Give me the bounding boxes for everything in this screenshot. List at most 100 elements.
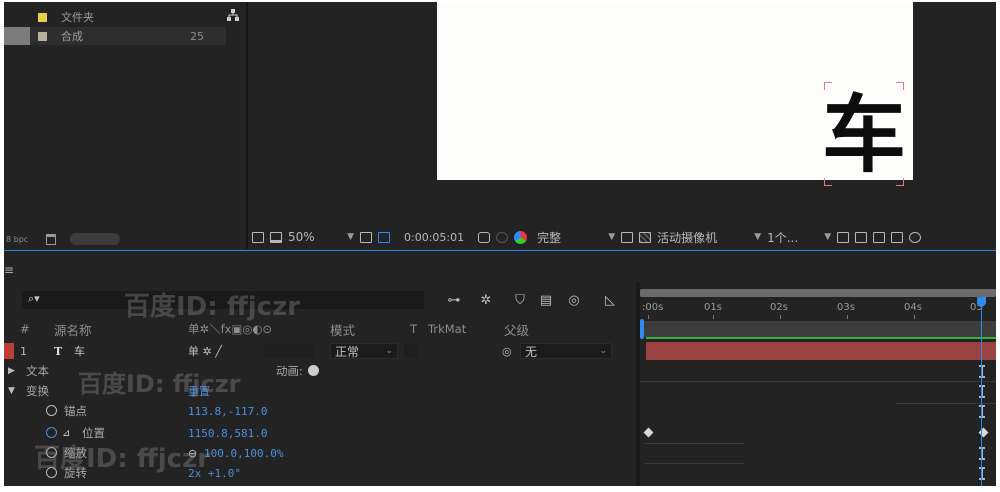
- project-scrollbar[interactable]: [70, 233, 120, 245]
- stopwatch-active-icon[interactable]: [46, 427, 57, 438]
- bpc-button[interactable]: 8 bpc: [6, 235, 40, 244]
- parent-value: 无: [525, 344, 538, 359]
- resolution-select[interactable]: 完整 ▼: [537, 229, 615, 246]
- parent-pick-whip-icon[interactable]: ◎: [502, 345, 512, 358]
- ruler-label: 03s: [837, 302, 855, 313]
- column-source-name[interactable]: 源名称: [54, 320, 92, 339]
- reset-exposure-icon[interactable]: [909, 231, 922, 243]
- project-item-folder[interactable]: 文件夹: [4, 8, 226, 26]
- switch-cells[interactable]: [264, 344, 314, 358]
- after-effects-window: 文件夹 合成 25 8 bpc 车 50% ▼ 0:00:05:01 完整 ▼ …: [4, 2, 996, 486]
- position-keyframe-start[interactable]: [643, 427, 654, 438]
- column-switches: 单✲＼fx▣◎◐⊙: [188, 322, 273, 336]
- playhead-line[interactable]: [981, 297, 982, 486]
- mode-select[interactable]: 正常 ⌄: [330, 343, 398, 359]
- time-ruler[interactable]: :00s 01s 02s 03s 04s 05: [640, 297, 996, 319]
- label-swatch: [38, 31, 47, 41]
- column-t: T: [410, 322, 418, 336]
- chevron-down-icon: ▼: [347, 232, 354, 242]
- project-item-name: 合成: [61, 30, 83, 43]
- flowchart-icon[interactable]: [891, 231, 904, 243]
- layer-number: 1: [20, 344, 27, 358]
- show-snapshot-icon[interactable]: [496, 231, 509, 243]
- ruler-tick: [847, 315, 848, 319]
- bbox-corner: [824, 82, 832, 90]
- layer-row[interactable]: 1 T 车 单 ✲ ╱ 正常 ⌄ ◎ 无 ⌄: [4, 341, 636, 361]
- camera-select[interactable]: 活动摄像机 ▼: [657, 229, 761, 246]
- layer-switches[interactable]: 单 ✲ ╱: [188, 343, 222, 359]
- property-value[interactable]: 100.0,100.0%: [204, 447, 283, 460]
- keyframe-marker[interactable]: [979, 447, 985, 460]
- hierarchy-icon[interactable]: [226, 8, 240, 22]
- text-layer-glyph[interactable]: 车: [822, 80, 906, 190]
- transparency-grid-icon[interactable]: [639, 231, 652, 243]
- ruler-tick: [780, 315, 781, 319]
- color-channels-icon[interactable]: [514, 230, 528, 244]
- track-divider: [640, 381, 996, 382]
- draft-3d-icon[interactable]: ✲: [478, 293, 494, 308]
- layer-label-color[interactable]: [4, 343, 14, 359]
- keyframe-marker[interactable]: [979, 405, 985, 418]
- collapse-arrow-icon[interactable]: ▼: [8, 386, 15, 396]
- selection-marker: [4, 27, 30, 45]
- work-area-bar[interactable]: [640, 321, 996, 337]
- fast-previews-icon[interactable]: [855, 231, 868, 243]
- motion-blur-icon[interactable]: ◎: [566, 293, 582, 308]
- work-area-start-handle[interactable]: [640, 319, 644, 339]
- zoom-select[interactable]: 50% ▼: [288, 230, 354, 244]
- stopwatch-icon[interactable]: [46, 405, 57, 416]
- animate-label: 动画:: [276, 364, 303, 378]
- trkmat-cell[interactable]: [404, 344, 418, 358]
- fit-icon[interactable]: [360, 231, 372, 243]
- ruler-tick: [713, 315, 714, 319]
- project-item-comp[interactable]: 合成 25: [4, 27, 226, 45]
- region-icon[interactable]: [378, 231, 390, 243]
- column-number: #: [20, 322, 30, 336]
- layer-name[interactable]: 车: [74, 343, 85, 359]
- trash-icon[interactable]: [46, 233, 56, 245]
- roi-icon[interactable]: [621, 231, 634, 243]
- animate-menu-icon[interactable]: [308, 365, 319, 376]
- zoom-value: 50%: [288, 230, 315, 244]
- frame-blending-icon[interactable]: ▤: [538, 293, 554, 308]
- property-value[interactable]: 113.8,-117.0: [188, 405, 267, 418]
- always-preview-icon[interactable]: [252, 231, 264, 243]
- expand-arrow-icon[interactable]: ▶: [8, 366, 15, 376]
- keyframe-marker[interactable]: [979, 385, 985, 398]
- layer-duration-bar[interactable]: [646, 342, 996, 360]
- views-select[interactable]: 1个... ▼: [767, 229, 831, 246]
- watermark: 百度ID: ffjczr: [34, 444, 211, 474]
- monitor-icon[interactable]: [270, 231, 282, 243]
- keyframe-marker[interactable]: [979, 365, 985, 378]
- keyframe-marker[interactable]: [979, 467, 985, 480]
- property-row-anchor[interactable]: 锚点 113.8,-117.0: [4, 401, 636, 421]
- composition-viewer[interactable]: 车: [248, 2, 996, 222]
- timeline-search-row: ⌕▾ ⊶ ✲ ⛉ ▤ ◎ ◺: [4, 283, 636, 319]
- layer-columns-header: # 源名称 单✲＼fx▣◎◐⊙ 模式 T TrkMat 父级: [4, 320, 636, 339]
- project-item-name: 文件夹: [61, 11, 94, 24]
- timeline-graph-area[interactable]: :00s 01s 02s 03s 04s 05: [640, 283, 996, 486]
- comp-mini-flowchart-icon[interactable]: ⊶: [446, 293, 462, 308]
- toggle-pixel-aspect-icon[interactable]: [837, 231, 850, 243]
- watermark: 百度ID: ffjczr: [78, 370, 241, 398]
- timeline-tab-bar: ≡: [4, 251, 996, 283]
- parent-select[interactable]: 无 ⌄: [520, 343, 612, 359]
- panel-menu-icon[interactable]: ≡: [4, 263, 14, 277]
- current-time[interactable]: 0:00:05:01: [404, 231, 464, 244]
- camera-snapshot-icon[interactable]: [478, 231, 491, 243]
- mode-value: 正常: [335, 344, 360, 359]
- graph-editor-icon[interactable]: ◺: [602, 293, 618, 308]
- chevron-down-icon: ⌄: [599, 346, 607, 356]
- bbox-corner: [824, 178, 832, 186]
- hide-shy-layers-icon[interactable]: ⛉: [512, 293, 528, 308]
- graph-icon[interactable]: ⊿: [62, 428, 70, 439]
- timeline-icon[interactable]: [873, 231, 886, 243]
- chevron-down-icon: ▼: [754, 232, 762, 242]
- project-item-count: 25: [190, 29, 204, 43]
- watermark: 百度ID: ffjczr: [124, 292, 301, 322]
- ruler-tick: [648, 315, 649, 319]
- property-name: 锚点: [64, 404, 87, 418]
- track-divider: [644, 463, 744, 464]
- time-navigator-bar[interactable]: [640, 289, 996, 297]
- ruler-label: 01s: [704, 302, 722, 313]
